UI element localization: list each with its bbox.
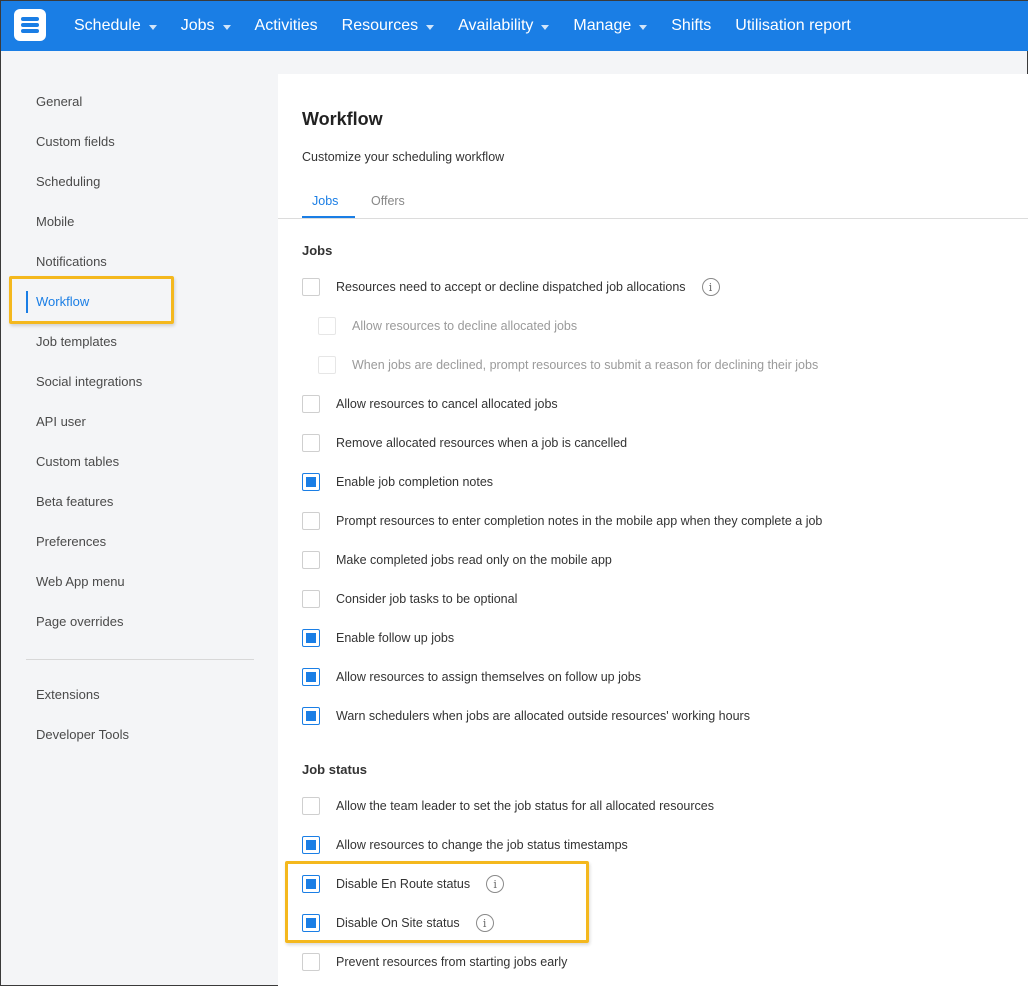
nav-utilisation-report[interactable]: Utilisation report bbox=[735, 17, 851, 35]
sidebar-item-job-templates[interactable]: Job templates bbox=[36, 334, 117, 349]
checkbox-prompt-decline-reason[interactable] bbox=[318, 356, 336, 374]
nav-label: Shifts bbox=[671, 17, 712, 34]
nav-label: Availability bbox=[458, 17, 534, 34]
option-label: Enable follow up jobs bbox=[336, 631, 455, 645]
sidebar-item-extensions[interactable]: Extensions bbox=[36, 687, 100, 702]
nav-label: Manage bbox=[573, 17, 632, 34]
page-subtitle: Customize your scheduling workflow bbox=[302, 150, 505, 164]
tab-offers[interactable]: Offers bbox=[371, 194, 405, 208]
option-label: Resources need to accept or decline disp… bbox=[336, 280, 686, 294]
option-label: Allow resources to change the job status… bbox=[336, 838, 628, 852]
option-row: Allow resources to decline allocated job… bbox=[318, 316, 577, 336]
checkbox-cancel-allocated[interactable] bbox=[302, 395, 320, 413]
option-row: Prevent resources from starting jobs ear… bbox=[302, 952, 567, 972]
checkbox-warn-outside-hours[interactable] bbox=[302, 707, 320, 725]
option-label: Allow resources to decline allocated job… bbox=[352, 319, 578, 333]
checkbox-accept-decline-allocations[interactable] bbox=[302, 278, 320, 296]
option-label: When jobs are declined, prompt resources… bbox=[352, 358, 819, 372]
option-row: Allow the team leader to set the job sta… bbox=[302, 796, 714, 816]
sidebar-item-general[interactable]: General bbox=[36, 94, 82, 109]
sidebar-item-mobile[interactable]: Mobile bbox=[36, 214, 74, 229]
option-row: Consider job tasks to be optional bbox=[302, 589, 517, 609]
sidebar-item-web-app-menu[interactable]: Web App menu bbox=[36, 574, 125, 589]
checkbox-allow-decline-allocated[interactable] bbox=[318, 317, 336, 335]
option-row: Remove allocated resources when a job is… bbox=[302, 433, 627, 453]
checkbox-tasks-optional[interactable] bbox=[302, 590, 320, 608]
option-label: Enable job completion notes bbox=[336, 475, 494, 489]
option-row: Allow resources to assign themselves on … bbox=[302, 667, 641, 687]
option-row: Make completed jobs read only on the mob… bbox=[302, 550, 612, 570]
checkbox-completion-notes[interactable] bbox=[302, 473, 320, 491]
settings-sidebar: General Custom fields Scheduling Mobile … bbox=[1, 51, 278, 986]
checkbox-follow-up-jobs[interactable] bbox=[302, 629, 320, 647]
option-label: Prevent resources from starting jobs ear… bbox=[336, 955, 568, 969]
checkbox-self-assign-follow-up[interactable] bbox=[302, 668, 320, 686]
option-label: Warn schedulers when jobs are allocated … bbox=[336, 709, 750, 723]
option-label: Remove allocated resources when a job is… bbox=[336, 436, 628, 450]
section-heading-jobs: Jobs bbox=[302, 243, 333, 258]
caret-down-icon bbox=[222, 24, 231, 30]
info-icon[interactable]: i bbox=[701, 278, 720, 296]
main-nav: Schedule Jobs Activities Resources Avail… bbox=[74, 1, 875, 51]
tab-bar: Jobs Offers bbox=[278, 186, 1028, 219]
sidebar-item-api-user[interactable]: API user bbox=[36, 414, 86, 429]
nav-label: Activities bbox=[254, 17, 318, 34]
checkbox-prevent-early-start[interactable] bbox=[302, 953, 320, 971]
caret-down-icon bbox=[639, 24, 648, 30]
option-label: Prompt resources to enter completion not… bbox=[336, 514, 823, 528]
nav-jobs[interactable]: Jobs bbox=[181, 17, 231, 35]
sidebar-item-custom-fields[interactable]: Custom fields bbox=[36, 134, 115, 149]
nav-shifts[interactable]: Shifts bbox=[671, 17, 711, 35]
nav-label: Jobs bbox=[180, 17, 215, 34]
sidebar-item-notifications[interactable]: Notifications bbox=[36, 254, 107, 269]
option-label: Make completed jobs read only on the mob… bbox=[336, 553, 612, 567]
top-navbar: Schedule Jobs Activities Resources Avail… bbox=[1, 1, 1028, 51]
option-label: Consider job tasks to be optional bbox=[336, 592, 518, 606]
checkbox-read-only-completed[interactable] bbox=[302, 551, 320, 569]
checkbox-team-leader-status[interactable] bbox=[302, 797, 320, 815]
nav-activities[interactable]: Activities bbox=[255, 17, 318, 35]
option-label: Allow resources to assign themselves on … bbox=[336, 670, 642, 684]
checkbox-prompt-completion-notes[interactable] bbox=[302, 512, 320, 530]
option-row: Warn schedulers when jobs are allocated … bbox=[302, 706, 750, 726]
sidebar-item-beta-features[interactable]: Beta features bbox=[36, 494, 113, 509]
option-row: Enable job completion notes bbox=[302, 472, 493, 492]
sidebar-item-page-overrides[interactable]: Page overrides bbox=[36, 614, 123, 629]
nav-availability[interactable]: Availability bbox=[458, 17, 550, 35]
option-row: When jobs are declined, prompt resources… bbox=[318, 355, 818, 375]
sidebar-item-scheduling[interactable]: Scheduling bbox=[36, 174, 100, 189]
section-heading-job-status: Job status bbox=[302, 762, 368, 777]
workflow-panel: Workflow Customize your scheduling workf… bbox=[278, 74, 1028, 986]
tab-active-underline bbox=[302, 216, 355, 218]
sidebar-item-social-integrations[interactable]: Social integrations bbox=[36, 374, 142, 389]
sidebar-item-preferences[interactable]: Preferences bbox=[36, 534, 106, 549]
sidebar-item-developer-tools[interactable]: Developer Tools bbox=[36, 727, 129, 742]
nav-label: Utilisation report bbox=[735, 17, 851, 34]
option-row: Resources need to accept or decline disp… bbox=[302, 277, 720, 297]
option-row: Allow resources to change the job status… bbox=[302, 835, 628, 855]
nav-resources[interactable]: Resources bbox=[341, 17, 435, 35]
checkbox-change-timestamps[interactable] bbox=[302, 836, 320, 854]
option-row: Allow resources to cancel allocated jobs bbox=[302, 394, 558, 414]
highlight-box-workflow bbox=[9, 276, 174, 324]
checkbox-remove-on-cancel[interactable] bbox=[302, 434, 320, 452]
option-label: Allow resources to cancel allocated jobs bbox=[336, 397, 558, 411]
sidebar-item-custom-tables[interactable]: Custom tables bbox=[36, 454, 119, 469]
nav-schedule[interactable]: Schedule bbox=[74, 17, 157, 35]
sidebar-divider bbox=[26, 659, 254, 660]
nav-label: Schedule bbox=[74, 17, 141, 34]
nav-manage[interactable]: Manage bbox=[573, 17, 648, 35]
caret-down-icon bbox=[426, 24, 435, 30]
page-title: Workflow bbox=[302, 109, 383, 129]
option-row: Prompt resources to enter completion not… bbox=[302, 511, 822, 531]
tab-jobs[interactable]: Jobs bbox=[312, 194, 338, 208]
option-row: Enable follow up jobs bbox=[302, 628, 454, 648]
nav-label: Resources bbox=[341, 17, 419, 34]
app-logo-icon[interactable] bbox=[14, 9, 46, 41]
caret-down-icon bbox=[148, 24, 157, 30]
highlight-box-status-options bbox=[285, 861, 589, 943]
option-label: Allow the team leader to set the job sta… bbox=[336, 799, 714, 813]
caret-down-icon bbox=[541, 24, 550, 30]
